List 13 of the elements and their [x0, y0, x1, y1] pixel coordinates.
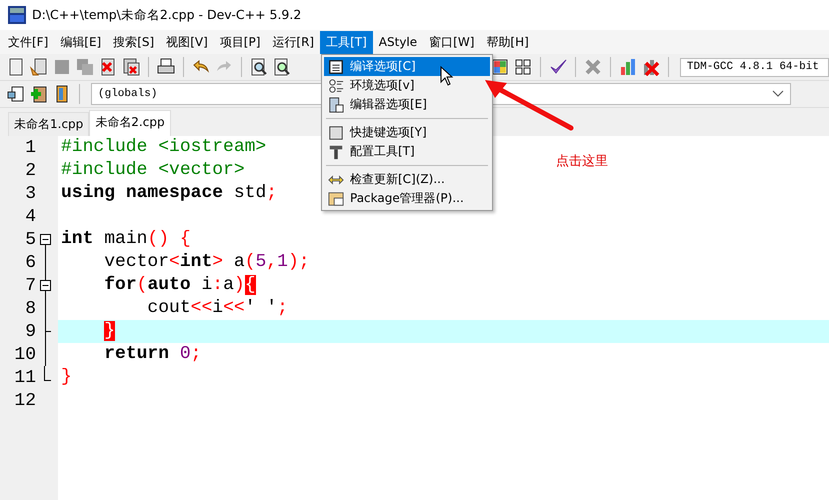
line-number: 6	[24, 252, 36, 272]
line-number: 4	[24, 206, 36, 226]
line-number: 2	[24, 160, 36, 180]
line-number: 1	[24, 138, 36, 158]
line-number: 12	[13, 390, 36, 410]
line-number: 8	[24, 298, 36, 318]
line-number: 3	[24, 184, 36, 204]
line-number: 9	[24, 322, 36, 342]
line-number: 5	[24, 230, 36, 250]
line-number: 10	[13, 344, 36, 364]
line-number: 7	[24, 276, 36, 296]
window-title: D:\C++\temp\未命名2.cpp - Dev-C++ 5.9.2	[32, 6, 302, 24]
line-number: 11	[13, 368, 36, 388]
